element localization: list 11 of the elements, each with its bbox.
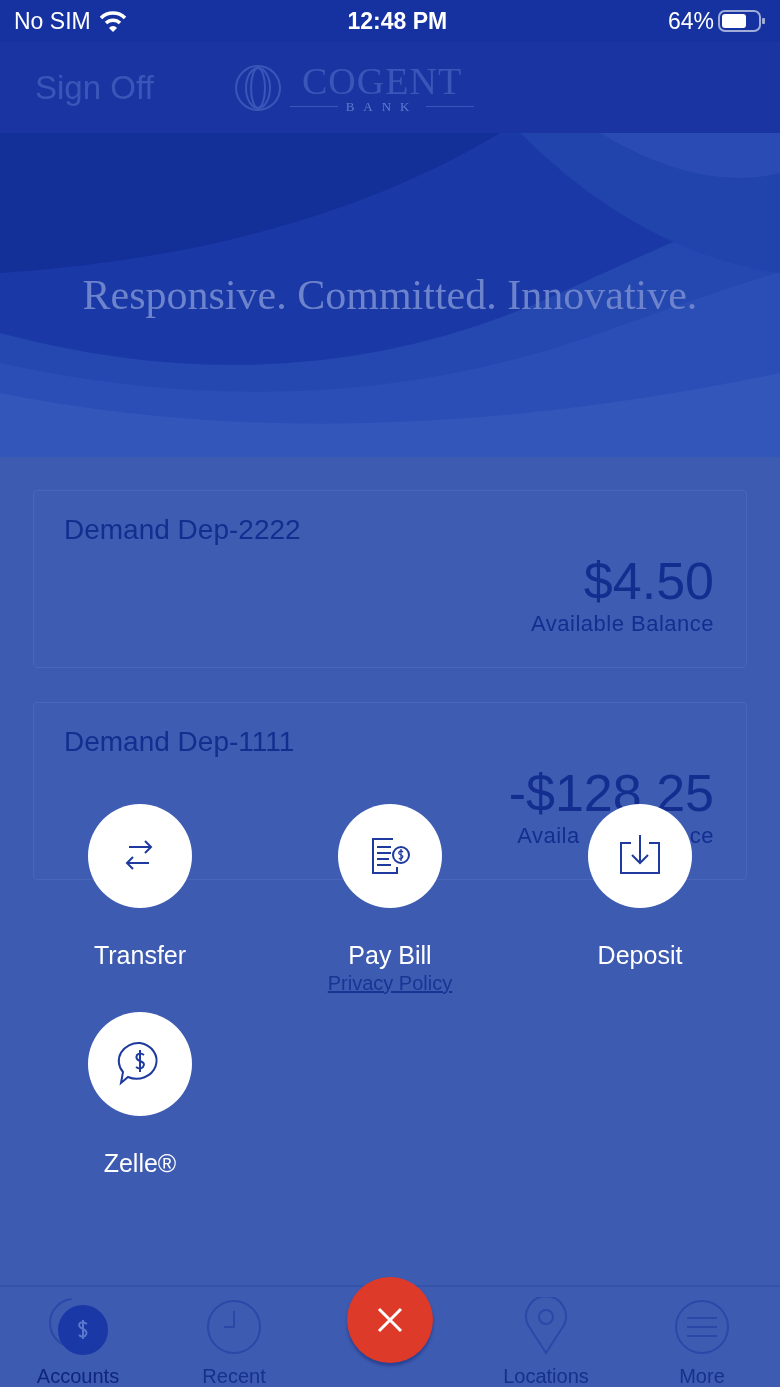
battery-icon bbox=[718, 9, 766, 33]
accounts-icon bbox=[48, 1297, 108, 1357]
close-icon bbox=[377, 1307, 403, 1333]
wifi-icon bbox=[98, 10, 127, 32]
carrier-text: No SIM bbox=[14, 6, 91, 36]
slogan-text: Responsive. Committed. Innovative. bbox=[82, 270, 698, 320]
battery-text: 64% bbox=[667, 6, 714, 36]
action-button[interactable]: Zelle® bbox=[15, 1012, 265, 1180]
rings-icon bbox=[233, 63, 282, 112]
logo-subtitle: BANK bbox=[345, 100, 419, 113]
time-text: 12:48 PM bbox=[347, 6, 448, 36]
